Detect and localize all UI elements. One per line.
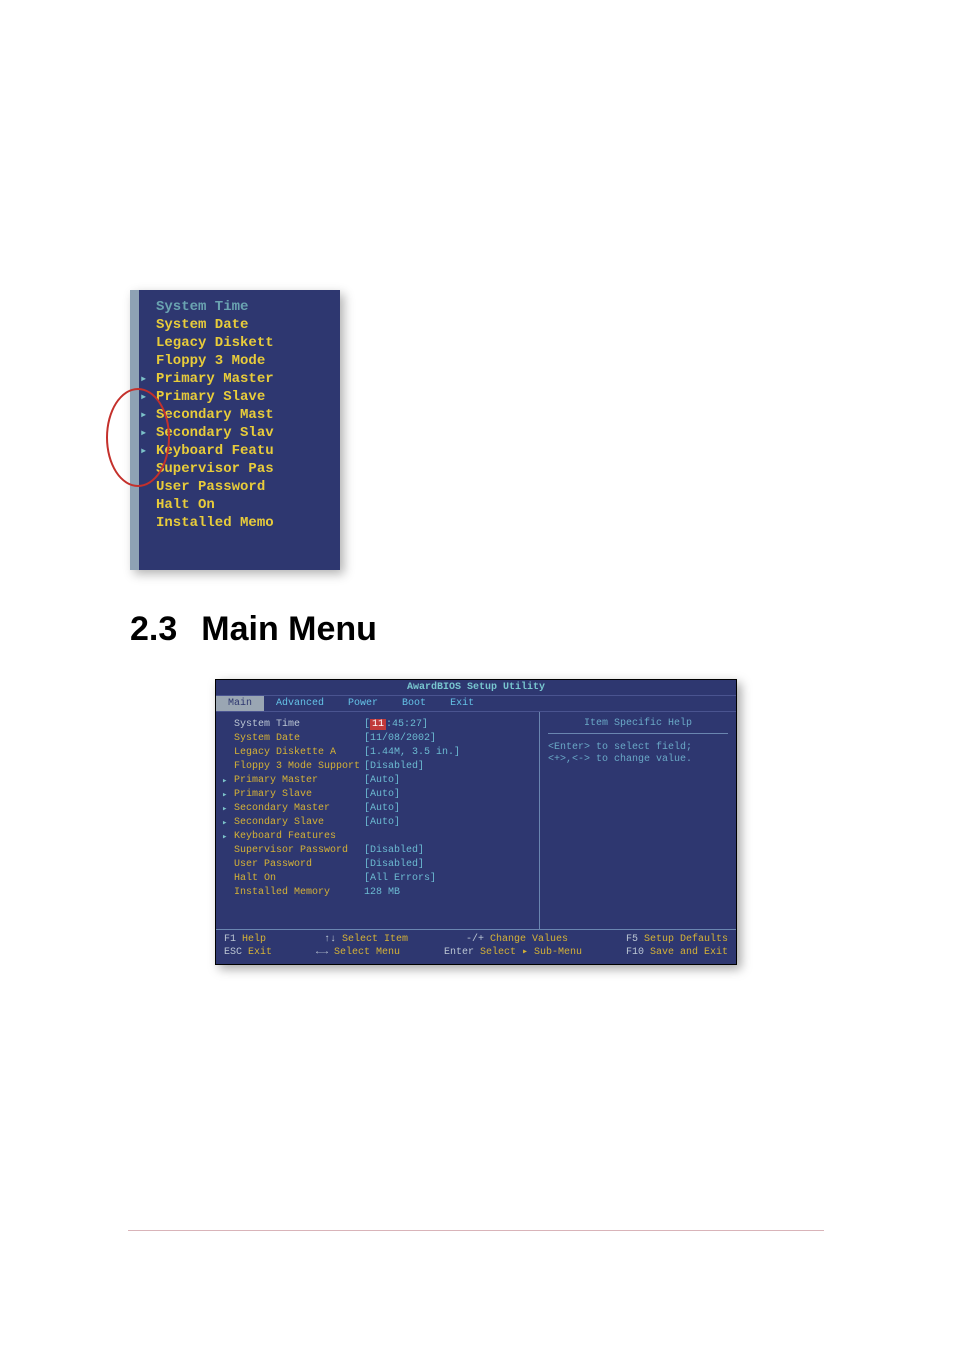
- bios-menu-exit[interactable]: Exit: [438, 696, 486, 711]
- section-number: 2.3: [130, 610, 177, 649]
- bios-setting-label: Halt On: [234, 872, 364, 886]
- bios-setting-label: Legacy Diskette A: [234, 746, 364, 760]
- bios-footer: F1 Help ↑↓ Select Item -/+ Change Values F5…: [216, 929, 736, 964]
- bios-setting-row[interactable]: Legacy Diskette A[1.44M, 3.5 in.]: [234, 746, 531, 760]
- snippet-line: System Date: [156, 316, 332, 334]
- bios-setting-row[interactable]: Secondary Master[Auto]: [234, 802, 531, 816]
- bios-menubar: MainAdvancedPowerBootExit: [216, 695, 736, 712]
- bios-setting-row[interactable]: User Password[Disabled]: [234, 858, 531, 872]
- footer-hint: ESC Exit: [224, 946, 306, 959]
- snippet-line: System Time: [156, 298, 332, 316]
- section-title: Main Menu: [201, 610, 377, 648]
- bios-setting-value: 128 MB: [364, 886, 400, 900]
- snippet-line: Installed Memo: [156, 514, 332, 532]
- bios-main-panel: System Time[11:45:27]System Date[11/08/2…: [216, 712, 540, 929]
- bios-menu-power[interactable]: Power: [336, 696, 390, 711]
- bios-menu-advanced[interactable]: Advanced: [264, 696, 336, 711]
- bios-setting-value: [All Errors]: [364, 872, 436, 886]
- snippet-line: Halt On: [156, 496, 332, 514]
- footer-hint: F10 Save and Exit: [626, 946, 728, 959]
- bios-setting-label: User Password: [234, 858, 364, 872]
- bios-setting-value: [11:45:27]: [364, 718, 428, 732]
- help-title: Item Specific Help: [548, 718, 728, 734]
- bios-setting-row[interactable]: System Date[11/08/2002]: [234, 732, 531, 746]
- bios-setting-label: Supervisor Password: [234, 844, 364, 858]
- bios-snippet: System TimeSystem DateLegacy DiskettFlop…: [130, 290, 340, 570]
- snippet-line: Secondary Mast: [156, 406, 332, 424]
- help-line: <+>,<-> to change value.: [548, 754, 728, 765]
- bios-setting-label: Secondary Master: [234, 802, 364, 816]
- bios-setting-row[interactable]: Primary Master[Auto]: [234, 774, 531, 788]
- section-heading: 2.3 Main Menu: [130, 610, 954, 649]
- bios-setting-row[interactable]: Keyboard Features: [234, 830, 531, 844]
- bios-setting-label: System Date: [234, 732, 364, 746]
- bios-menu-boot[interactable]: Boot: [390, 696, 438, 711]
- bios-screenshot: AwardBIOS Setup Utility MainAdvancedPowe…: [215, 679, 737, 965]
- footer-hint: Enter Select ▸ Sub-Menu: [444, 946, 616, 959]
- bios-setting-value: [Auto]: [364, 802, 400, 816]
- red-circle-annotation: [106, 388, 170, 487]
- bios-setting-label: Keyboard Features: [234, 830, 364, 844]
- bios-setting-row[interactable]: Supervisor Password[Disabled]: [234, 844, 531, 858]
- page-footer-rule: [128, 1230, 824, 1231]
- bios-setting-value: [1.44M, 3.5 in.]: [364, 746, 460, 760]
- bios-setting-row[interactable]: Floppy 3 Mode Support[Disabled]: [234, 760, 531, 774]
- help-line: <Enter> to select field;: [548, 742, 728, 753]
- bios-setting-row[interactable]: Primary Slave[Auto]: [234, 788, 531, 802]
- bios-setting-label: Primary Master: [234, 774, 364, 788]
- footer-hint: -/+ Change Values: [466, 933, 616, 946]
- footer-hint: ←→ Select Menu: [316, 946, 434, 959]
- bios-setting-value: [Auto]: [364, 816, 400, 830]
- bios-setting-value: [11/08/2002]: [364, 732, 436, 746]
- bios-setting-row[interactable]: Secondary Slave[Auto]: [234, 816, 531, 830]
- bios-setting-label: Installed Memory: [234, 886, 364, 900]
- bios-title: AwardBIOS Setup Utility: [216, 680, 736, 695]
- snippet-line: Primary Master: [156, 370, 332, 388]
- bios-setting-value: [Disabled]: [364, 844, 424, 858]
- bios-setting-label: Primary Slave: [234, 788, 364, 802]
- snippet-line: Floppy 3 Mode: [156, 352, 332, 370]
- bios-help-panel: Item Specific Help <Enter> to select fie…: [540, 712, 736, 929]
- bios-setting-row[interactable]: System Time[11:45:27]: [234, 718, 531, 732]
- bios-setting-label: Secondary Slave: [234, 816, 364, 830]
- bios-setting-value: [Auto]: [364, 774, 400, 788]
- snippet-line: Secondary Slav: [156, 424, 332, 442]
- bios-setting-value: [Disabled]: [364, 858, 424, 872]
- snippet-line: Supervisor Pas: [156, 460, 332, 478]
- snippet-line: Legacy Diskett: [156, 334, 332, 352]
- bios-setting-value: [Auto]: [364, 788, 400, 802]
- footer-hint: F5 Setup Defaults: [626, 933, 728, 946]
- snippet-line: User Password: [156, 478, 332, 496]
- footer-hint: ↑↓ Select Item: [324, 933, 456, 946]
- bios-setting-row[interactable]: Installed Memory128 MB: [234, 886, 531, 900]
- footer-hint: F1 Help: [224, 933, 314, 946]
- snippet-line: Keyboard Featu: [156, 442, 332, 460]
- bios-setting-row[interactable]: Halt On[All Errors]: [234, 872, 531, 886]
- bios-menu-main[interactable]: Main: [216, 696, 264, 711]
- snippet-line: Primary Slave: [156, 388, 332, 406]
- bios-setting-label: Floppy 3 Mode Support: [234, 760, 364, 774]
- bios-setting-label: System Time: [234, 718, 364, 732]
- bios-setting-value: [Disabled]: [364, 760, 424, 774]
